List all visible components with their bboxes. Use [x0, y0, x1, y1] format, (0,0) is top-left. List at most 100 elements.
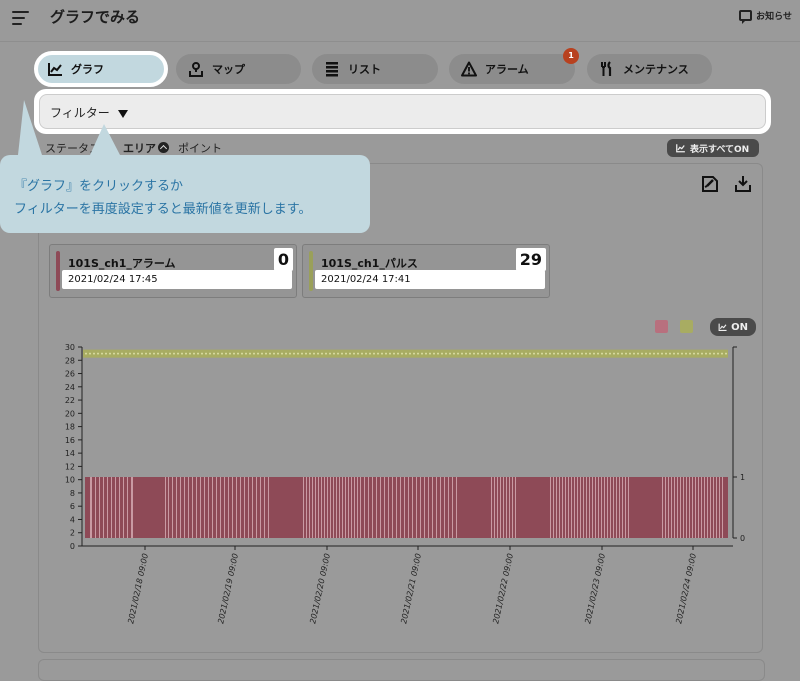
- pulse-data-point: [553, 352, 555, 355]
- pulse-data-point: [665, 352, 667, 355]
- left-axis-tick-label: 26: [65, 370, 75, 379]
- pulse-data-point: [401, 352, 403, 355]
- alarm-bar-gap: [512, 477, 513, 538]
- alarm-bar-gap: [556, 477, 557, 538]
- pulse-data-point: [273, 352, 275, 355]
- pulse-data-point: [113, 352, 115, 355]
- tooltip-line-1: 『グラフ』をクリックするか: [14, 179, 184, 194]
- pulse-data-point: [357, 352, 359, 355]
- alarm-bar-gap: [589, 477, 590, 538]
- pulse-data-point: [105, 352, 107, 355]
- pulse-data-point: [433, 352, 435, 355]
- alarm-bar-gap: [224, 477, 225, 538]
- alarm-bar-gap: [710, 477, 711, 538]
- pulse-data-point: [197, 352, 199, 355]
- left-axis-tick-label: 10: [65, 476, 75, 485]
- pulse-data-point: [445, 352, 447, 355]
- alarm-bar-gap: [244, 477, 245, 538]
- pulse-data-point: [585, 352, 587, 355]
- alarm-bar-gap: [131, 477, 133, 538]
- alarm-bar-gap: [412, 477, 413, 538]
- alarm-bar-gap: [354, 477, 355, 538]
- alarm-bar-gap: [165, 477, 166, 538]
- left-axis-tick-label: 30: [65, 343, 75, 352]
- alarm-bar-gap: [232, 477, 233, 538]
- alarm-bar-gap: [592, 477, 593, 538]
- alarm-bar-gap: [719, 477, 720, 538]
- x-axis-tick-label: 2021/02/18 09:00: [126, 553, 150, 625]
- alarm-bar-gap: [204, 477, 205, 538]
- left-axis-tick-label: 22: [65, 396, 75, 405]
- pulse-data-point: [541, 352, 543, 355]
- alarm-bar-gap: [196, 477, 197, 538]
- pulse-data-point: [485, 352, 487, 355]
- left-axis-tick-label: 4: [70, 515, 75, 524]
- alarm-bar-gap: [188, 477, 189, 538]
- alarm-bar-gap: [103, 477, 104, 538]
- alarm-bar-gap: [99, 477, 100, 538]
- pulse-data-point: [605, 352, 607, 355]
- pulse-data-point: [101, 352, 103, 355]
- pulse-data-point: [237, 352, 239, 355]
- alarm-bar-gap: [184, 477, 185, 538]
- alarm-bar-gap: [598, 477, 599, 538]
- alarm-bar-gap: [571, 477, 572, 538]
- pulse-data-point: [425, 352, 427, 355]
- pulse-data-point: [257, 352, 259, 355]
- pulse-data-point: [725, 352, 727, 355]
- alarm-bar-gap: [500, 477, 501, 538]
- alarm-bar-gap: [212, 477, 213, 538]
- pulse-data-point: [141, 352, 143, 355]
- alarm-bar-gap: [339, 477, 340, 538]
- alarm-bar-gap: [692, 477, 693, 538]
- right-axis-tick-label: 1: [740, 473, 745, 482]
- alarm-bar-gap: [360, 477, 361, 538]
- alarm-bar-gap: [722, 477, 723, 538]
- alarm-bar-gap: [683, 477, 684, 538]
- alarm-bar-gap: [574, 477, 575, 538]
- alarm-bar-gap: [680, 477, 681, 538]
- pulse-data-point: [217, 352, 219, 355]
- alarm-bar-gap: [123, 477, 124, 538]
- pulse-data-point: [637, 352, 639, 355]
- pulse-data-point: [373, 352, 375, 355]
- pulse-data-point: [121, 352, 123, 355]
- pulse-data-point: [349, 352, 351, 355]
- pulse-data-point: [641, 352, 643, 355]
- x-axis-tick-label: 2021/02/21 09:00: [399, 553, 423, 625]
- alarm-bar-gap: [607, 477, 608, 538]
- pulse-data-point: [517, 352, 519, 355]
- pulse-data-point: [529, 352, 531, 355]
- left-axis-tick-label: 16: [65, 436, 75, 445]
- pulse-data-point: [201, 352, 203, 355]
- pulse-data-point: [229, 352, 231, 355]
- pulse-data-point: [89, 352, 91, 355]
- pulse-data-point: [173, 352, 175, 355]
- alarm-bar-gap: [586, 477, 587, 538]
- alarm-bar-gap: [318, 477, 319, 538]
- alarm-bar-gap: [628, 477, 629, 538]
- alarm-bar-gap: [408, 477, 409, 538]
- pulse-data-point: [225, 352, 227, 355]
- alarm-bar-gap: [704, 477, 705, 538]
- alarm-bar-gap: [345, 477, 346, 538]
- alarm-bar-gap: [256, 477, 257, 538]
- alarm-bar-gap: [444, 477, 445, 538]
- pulse-data-point: [221, 352, 223, 355]
- x-axis-tick-label: 2021/02/22 09:00: [491, 553, 515, 625]
- right-axis-tick-label: 0: [740, 534, 745, 543]
- alarm-bar-gap: [565, 477, 566, 538]
- alarm-bar-gap: [357, 477, 358, 538]
- pulse-data-point: [685, 352, 687, 355]
- alarm-bar-gap: [192, 477, 193, 538]
- pulse-data-point: [117, 352, 119, 355]
- alarm-bar-gap: [252, 477, 253, 538]
- pulse-data-point: [253, 352, 255, 355]
- pulse-data-point: [597, 352, 599, 355]
- pulse-data-point: [633, 352, 635, 355]
- pulse-data-point: [469, 352, 471, 355]
- pulse-data-point: [337, 352, 339, 355]
- alarm-bar-gap: [392, 477, 393, 538]
- pulse-data-point: [385, 352, 387, 355]
- pulse-data-point: [449, 352, 451, 355]
